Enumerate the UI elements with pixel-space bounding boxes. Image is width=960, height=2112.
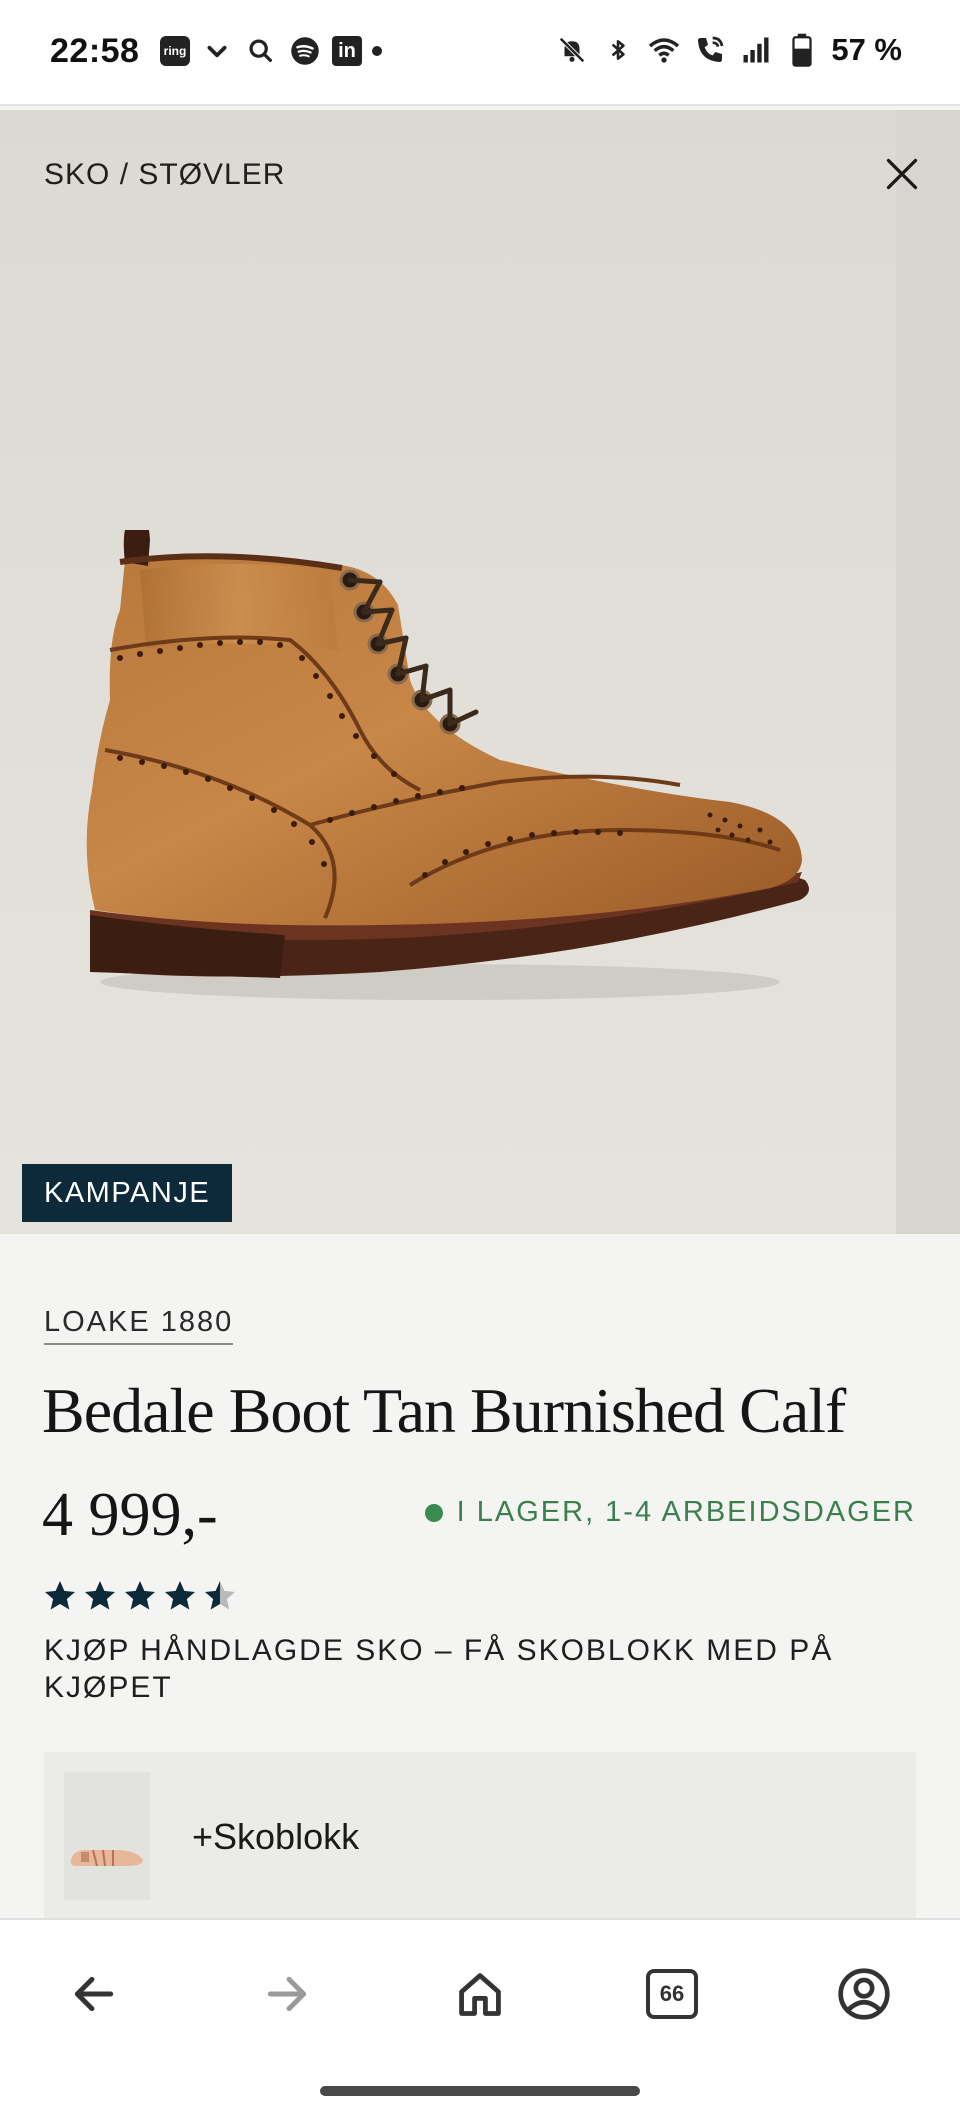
close-icon xyxy=(886,158,918,190)
system-icons: 57 % xyxy=(555,32,902,68)
close-button[interactable] xyxy=(878,150,926,198)
check-down-icon xyxy=(200,34,234,68)
spotify-icon xyxy=(288,34,322,68)
ring-icon: ring xyxy=(160,36,190,66)
battery-icon xyxy=(785,33,819,67)
forward-arrow-icon xyxy=(267,1976,307,2012)
mute-icon xyxy=(555,33,589,67)
star-icon xyxy=(85,1581,115,1610)
bluetooth-icon xyxy=(601,33,635,67)
status-bar: 22:58 ring in 57 % xyxy=(0,0,960,106)
signal-icon xyxy=(739,33,773,67)
stock-status: I LAGER, 1-4 ARBEIDSDAGER xyxy=(424,1496,916,1529)
tabs-button[interactable]: 66 xyxy=(636,1958,708,2030)
boot-illustration xyxy=(86,530,809,1000)
addon-label: +Skoblokk xyxy=(192,1816,360,1857)
addon-option[interactable]: +Skoblokk xyxy=(44,1752,916,1922)
stock-label: I LAGER, 1-4 ARBEIDSDAGER xyxy=(456,1496,916,1528)
breadcrumb[interactable]: SKO / STØVLER xyxy=(44,158,285,192)
status-time: 22:58 xyxy=(50,32,140,70)
campaign-badge: KAMPANJE xyxy=(22,1164,233,1222)
account-button[interactable] xyxy=(828,1958,900,2030)
brand-link[interactable]: LOAKE 1880 xyxy=(44,1306,234,1345)
back-arrow-icon xyxy=(74,1976,114,2012)
home-icon xyxy=(459,1973,501,2016)
notification-icons: ring in xyxy=(160,34,382,68)
shoe-tree-thumbnail xyxy=(64,1772,150,1900)
star-icon xyxy=(165,1581,195,1610)
home-button[interactable] xyxy=(444,1958,516,2030)
shoe-tree-image xyxy=(70,1849,143,1867)
star-icon xyxy=(45,1581,75,1610)
promo-text: KJØP HÅNDLAGDE SKO – FÅ SKOBLOKK MED PÅ … xyxy=(44,1634,834,1704)
battery-percent: 57 % xyxy=(831,32,902,67)
gesture-bar xyxy=(320,2086,640,2096)
tabs-icon: 66 xyxy=(646,1969,698,2019)
forward-button[interactable] xyxy=(251,1958,323,2030)
product-title: Bedale Boot Tan Burnished Calf xyxy=(42,1375,846,1446)
wifi-icon xyxy=(647,33,681,67)
star-icon xyxy=(125,1581,155,1610)
product-image[interactable]: SKO / STØVLER KAMPANJE xyxy=(0,110,960,1234)
product-price: 4 999,- xyxy=(42,1481,218,1549)
stock-indicator-icon xyxy=(424,1503,443,1522)
back-button[interactable] xyxy=(58,1958,130,2030)
product-info: LOAKE 1880 Bedale Boot Tan Burnished Cal… xyxy=(0,1234,960,1922)
rating-stars[interactable] xyxy=(42,1578,238,1614)
star-icon xyxy=(205,1581,235,1610)
search-icon xyxy=(244,34,278,68)
linkedin-icon: in xyxy=(332,36,362,66)
next-image-peek xyxy=(896,110,960,1234)
wifi-call-icon xyxy=(693,33,727,67)
account-icon xyxy=(838,1968,890,2020)
browser-toolbar: 66 xyxy=(0,1918,960,2112)
dot-icon xyxy=(372,46,382,56)
